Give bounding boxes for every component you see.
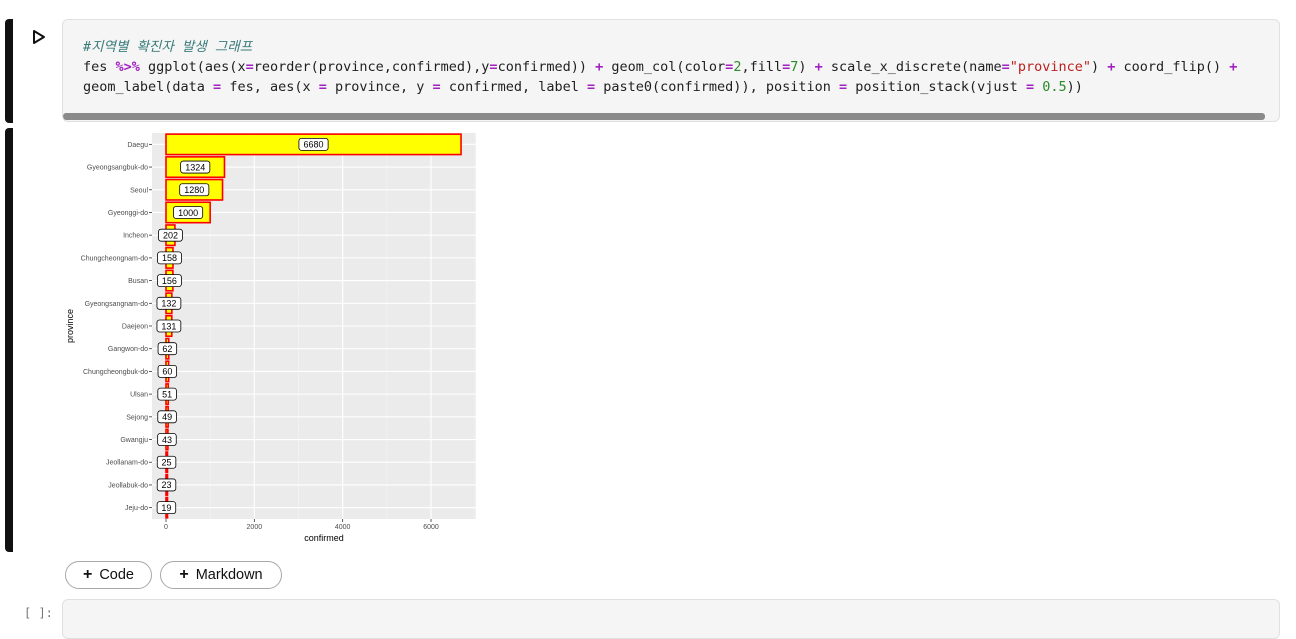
y-tick-label: Daegu <box>127 142 148 149</box>
code-token: 0.5 <box>1042 79 1067 95</box>
code-token: reorder(province,confirmed),y <box>253 59 490 75</box>
bar-chart: 6680 1324 1280 1000 202 158 156 132 131 62 60 51 49 4… <box>65 133 476 543</box>
code-token: = <box>318 79 327 95</box>
x-tick-label: 6000 <box>423 524 439 531</box>
data-label: 23 <box>162 480 172 490</box>
y-tick-label: Incheon <box>123 233 148 240</box>
code-token: position_stack(vjust <box>847 79 1026 95</box>
code-token: = <box>213 79 222 95</box>
data-label: 202 <box>163 230 178 240</box>
code-token: scale_x_discrete(name <box>822 59 1002 75</box>
y-tick-label: Sejong <box>126 414 148 421</box>
add-code-cell-button[interactable]: + Code <box>65 561 152 589</box>
plus-icon: + <box>82 566 93 583</box>
code-token: geom_label(data <box>83 79 214 95</box>
data-label: 51 <box>162 389 172 399</box>
code-token: ) <box>798 59 815 75</box>
code-line-2: geom_label(data = fes, aes(x = province,… <box>83 77 1083 97</box>
code-token: ggplot(aes(x <box>139 59 246 75</box>
code-token: fes <box>83 59 116 75</box>
data-label: 60 <box>162 367 172 377</box>
execution-prompt: [ ]: <box>24 606 53 620</box>
code-token: + <box>814 59 823 75</box>
y-tick-label: Jeju-do <box>125 505 148 512</box>
code-token: province, y <box>326 79 433 95</box>
code-token: = <box>1025 79 1035 95</box>
data-label: 131 <box>161 321 176 331</box>
data-label: 1000 <box>178 208 198 218</box>
y-tick-label: Chungcheongnam-do <box>81 255 148 262</box>
y-tick-label: Daejeon <box>122 324 148 331</box>
data-label: 25 <box>162 458 172 468</box>
y-tick-label: Gyeongsangnam-do <box>85 301 149 308</box>
x-axis-title: confirmed <box>304 533 344 543</box>
x-tick-label: 2000 <box>247 524 263 531</box>
y-tick-label: Seoul <box>130 187 148 194</box>
code-token: confirmed, label <box>440 79 587 95</box>
output-cell-active-indicator <box>5 128 13 552</box>
x-tick-label: 4000 <box>335 524 351 531</box>
data-label: 19 <box>161 503 171 513</box>
code-token: = <box>838 79 848 95</box>
code-comment: #지역별 확진자 발생 그래프 <box>83 39 253 55</box>
code-token: )) <box>1066 79 1083 95</box>
code-token: ) <box>1091 59 1108 75</box>
code-token: ,fill <box>741 59 783 75</box>
data-label: 62 <box>162 344 172 354</box>
y-tick-label: Gyeongsangbuk-do <box>87 165 148 172</box>
empty-code-cell[interactable] <box>62 599 1280 639</box>
plus-icon: + <box>179 566 189 583</box>
data-label: 49 <box>162 412 172 422</box>
y-axis-title: province <box>65 309 75 343</box>
code-token: = <box>1001 59 1010 75</box>
code-token: "province" <box>1009 59 1092 75</box>
code-token: confirmed)) <box>497 59 596 75</box>
data-label: 156 <box>162 276 177 286</box>
data-label: 43 <box>162 435 172 445</box>
y-tick-label: Chungcheongbuk-do <box>83 369 148 376</box>
y-tick-label: Gwangju <box>120 437 148 444</box>
code-token: paste0(confirmed)), position <box>595 79 839 95</box>
y-tick-label: Jeollanam-do <box>106 460 148 467</box>
data-label: 132 <box>161 299 176 309</box>
code-token: %>% <box>115 59 140 75</box>
add-markdown-label: Markdown <box>195 567 263 583</box>
y-tick-label: Ulsan <box>130 392 148 399</box>
code-token: + <box>1229 59 1238 75</box>
code-token: = <box>587 79 596 95</box>
data-label: 6680 <box>304 140 324 150</box>
data-label: 1280 <box>184 185 204 195</box>
code-line-1: fes %>% ggplot(aes(x=reorder(province,co… <box>83 57 1237 77</box>
add-code-label: Code <box>99 567 134 583</box>
data-label: 1324 <box>185 162 205 172</box>
run-cell-icon[interactable] <box>30 28 48 46</box>
y-tick-label: Gangwon-do <box>108 346 148 353</box>
code-cell-active-indicator <box>5 19 13 123</box>
data-label: 158 <box>162 253 177 263</box>
code-token: = <box>489 59 498 75</box>
code-token: coord_flip() <box>1115 59 1230 75</box>
code-token: = <box>245 59 254 75</box>
code-token: fes, aes(x <box>221 79 319 95</box>
horizontal-scrollbar[interactable] <box>63 113 1265 120</box>
code-token: = <box>782 59 791 75</box>
code-cell-editor[interactable]: #지역별 확진자 발생 그래프 fes %>% ggplot(aes(x=reo… <box>62 19 1280 122</box>
add-markdown-cell-button[interactable]: + Markdown <box>160 561 282 589</box>
y-tick-label: Gyeonggi-do <box>108 210 148 217</box>
x-tick-label: 0 <box>164 524 168 531</box>
y-tick-label: Busan <box>128 278 148 285</box>
code-token: geom_col(color <box>603 59 726 75</box>
cell-output: 6680 1324 1280 1000 202 158 156 132 131 62 60 51 49 4… <box>62 128 482 548</box>
y-tick-label: Jeollabuk-do <box>108 482 148 489</box>
code-token: = <box>432 79 441 95</box>
